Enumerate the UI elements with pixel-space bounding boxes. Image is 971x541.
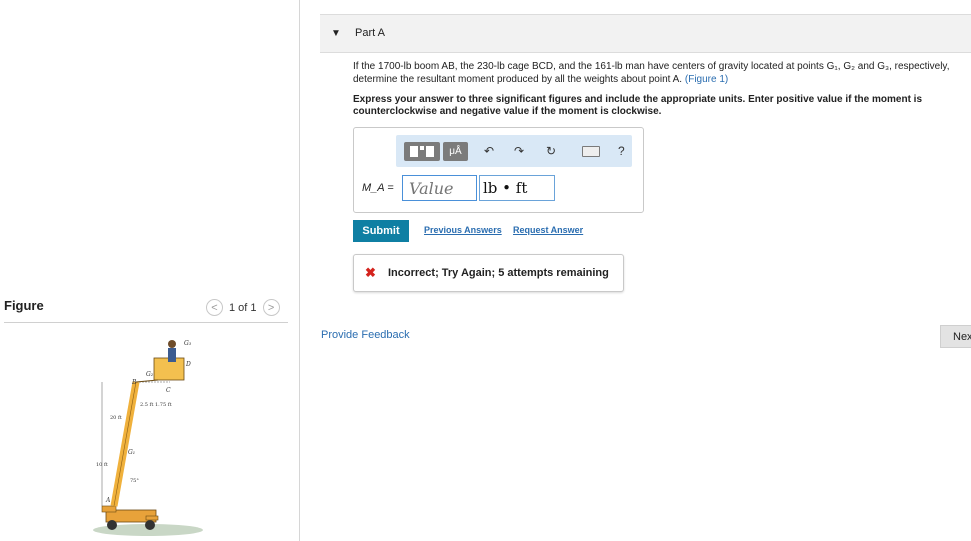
- label-g3: G₃: [184, 340, 192, 347]
- label-angle: 75°: [130, 478, 139, 484]
- label-b: B: [131, 379, 137, 386]
- undo-icon[interactable]: ↶: [484, 144, 494, 158]
- next-button[interactable]: Next: [940, 325, 971, 348]
- label-20ft: 20 ft: [110, 415, 122, 421]
- figure-pane: Figure < 1 of 1 > G₃ D G₂ B C 2.5 ft 1.7…: [0, 0, 300, 541]
- help-icon[interactable]: ?: [618, 144, 625, 158]
- feedback-text: Incorrect; Try Again; 5 attempts remaini…: [388, 267, 609, 279]
- error-x-icon: ✖: [365, 265, 376, 280]
- outrigger: [145, 515, 159, 521]
- feedback-message: ✖ Incorrect; Try Again; 5 attempts remai…: [353, 254, 624, 292]
- label-c: C: [166, 387, 171, 394]
- previous-answers-link[interactable]: Previous Answers: [424, 225, 502, 235]
- keyboard-icon[interactable]: [582, 146, 600, 157]
- question-instructions: Express your answer to three significant…: [353, 94, 923, 117]
- part-title[interactable]: Part A: [355, 27, 385, 39]
- prev-figure-button[interactable]: <: [206, 299, 223, 316]
- label-d: D: [185, 361, 191, 368]
- provide-feedback-link[interactable]: Provide Feedback: [321, 329, 410, 341]
- figure-heading: Figure: [4, 298, 44, 313]
- request-answer-link[interactable]: Request Answer: [513, 225, 583, 235]
- answer-label: M_A =: [362, 182, 394, 194]
- answer-box: μÅ ↶ ↷ ↻ ? M_A = lb • ft: [353, 127, 644, 213]
- math-toolbar: μÅ ↶ ↷ ↻ ?: [396, 135, 632, 167]
- boom-outline: [113, 381, 137, 507]
- question-text: If the 1700-lb boom AB, the 230-lb cage …: [353, 60, 963, 86]
- label-g1: G₁: [128, 449, 135, 456]
- lift-base-cab: [101, 505, 117, 513]
- boom-lift-figure[interactable]: G₃ D G₂ B C 2.5 ft 1.75 ft 20 ft G₁ 10 f…: [88, 330, 208, 540]
- man-head: [168, 340, 176, 348]
- figure-link[interactable]: (Figure 1): [685, 74, 728, 85]
- units-field[interactable]: lb • ft: [479, 175, 555, 201]
- collapse-toggle-icon[interactable]: ▼: [331, 28, 341, 39]
- figure-page-indicator: 1 of 1: [229, 301, 257, 314]
- submit-button[interactable]: Submit: [353, 220, 409, 242]
- figure-divider: [4, 322, 288, 323]
- label-10ft: 10 ft: [96, 462, 108, 468]
- part-header-bar[interactable]: [320, 14, 971, 53]
- wheel-right: [145, 520, 155, 530]
- question-body: If the 1700-lb boom AB, the 230-lb cage …: [353, 61, 950, 85]
- templates-button[interactable]: [404, 142, 440, 161]
- label-a: A: [105, 497, 111, 504]
- man-body: [168, 348, 176, 362]
- units-button[interactable]: μÅ: [443, 142, 468, 161]
- label-g2: G₂: [146, 371, 154, 378]
- templates-icon: [410, 146, 434, 157]
- wheel-left: [107, 520, 117, 530]
- figure-pager: < 1 of 1 >: [206, 299, 280, 316]
- reset-icon[interactable]: ↻: [546, 144, 556, 158]
- cage-arm: [135, 379, 159, 383]
- value-input[interactable]: [402, 175, 477, 201]
- label-dimensions: 2.5 ft 1.75 ft: [140, 402, 172, 408]
- redo-icon[interactable]: ↷: [514, 144, 524, 158]
- next-figure-button[interactable]: >: [262, 299, 280, 316]
